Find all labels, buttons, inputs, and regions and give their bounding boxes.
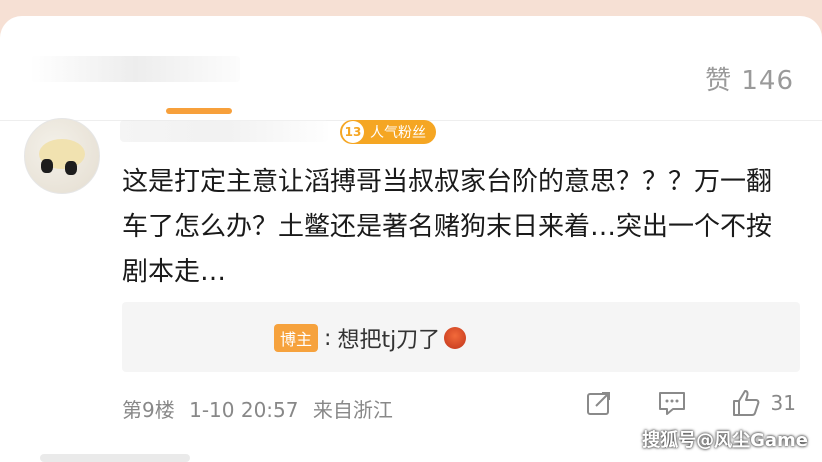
comment-actions: 31 bbox=[585, 388, 796, 418]
fan-badge[interactable]: 13 人气粉丝 bbox=[340, 120, 436, 144]
comment-text: 这是打定主意让滔搏哥当叔叔家台阶的意思？？？万一翻车了怎么办？土鳖还是著名赌狗末… bbox=[122, 167, 773, 287]
reply-button[interactable] bbox=[657, 389, 687, 417]
like-count: 31 bbox=[770, 391, 796, 415]
comment-datetime: 1-10 20:57 bbox=[189, 398, 299, 422]
watermark: 搜狐号@风尘Game bbox=[642, 430, 808, 451]
blurred-username[interactable] bbox=[120, 120, 328, 142]
floor-number: 第9楼 bbox=[122, 398, 175, 422]
angry-emoji-icon bbox=[444, 327, 467, 349]
avatar[interactable] bbox=[24, 118, 100, 194]
fan-level: 13 bbox=[342, 121, 364, 143]
reply-separator: : bbox=[324, 325, 332, 351]
comment-icon bbox=[658, 392, 685, 415]
reply-text: 想把tj刀了 bbox=[337, 328, 441, 353]
blurred-bottom-text bbox=[40, 454, 190, 462]
blurred-header-text bbox=[30, 56, 240, 82]
active-tab-indicator bbox=[166, 108, 232, 114]
comment-location: 来自浙江 bbox=[312, 398, 393, 422]
avatar-art-dot bbox=[65, 161, 77, 175]
comment-meta: 第9楼 1-10 20:57 来自浙江 bbox=[122, 394, 393, 423]
author-tag: 博主 bbox=[274, 324, 319, 352]
share-icon bbox=[586, 392, 610, 415]
fan-label: 人气粉丝 bbox=[370, 125, 426, 141]
likes-count-header[interactable]: 赞 146 bbox=[705, 60, 794, 97]
avatar-art-dot bbox=[41, 159, 53, 173]
thumbs-up-icon bbox=[732, 390, 759, 416]
share-button[interactable] bbox=[585, 389, 613, 417]
reply-box[interactable]: 博主 : 想把tj刀了 bbox=[122, 302, 800, 372]
like-button[interactable]: 31 bbox=[731, 388, 796, 418]
